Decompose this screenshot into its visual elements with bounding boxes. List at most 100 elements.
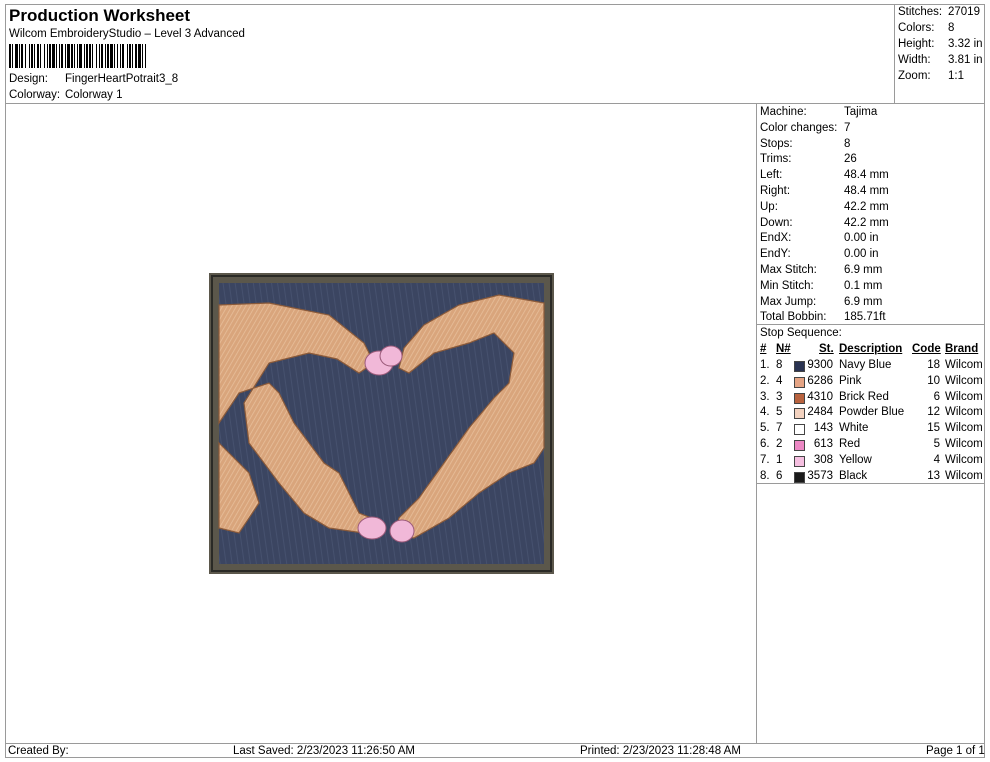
detail-label: Down: [760, 216, 793, 229]
seq-brand: Wilcom [945, 390, 983, 403]
seq-brand: Wilcom [945, 359, 983, 371]
seq-stitches: 6286 [807, 374, 833, 387]
seq-brand: Wilcom [945, 469, 983, 482]
printed-date: Printed: 2/23/2023 11:28:48 AM [580, 745, 741, 757]
seq-num: 5. [760, 422, 770, 435]
col-header-brand: Brand [945, 343, 979, 355]
summary-label: Width: [898, 54, 931, 66]
seq-brand: Wilcom [945, 438, 983, 450]
seq-description: Pink [839, 374, 862, 387]
seq-description: Powder Blue [839, 406, 905, 419]
seq-stitches: 613 [813, 438, 833, 450]
seq-description: Navy Blue [839, 359, 892, 371]
stop-sequence-row: 8. 6 3573 Black 13 Wilcom [760, 470, 985, 486]
detail-value: 42.2 mm [844, 200, 889, 213]
seq-brand: Wilcom [945, 422, 983, 435]
col-header-needle: N# [776, 343, 791, 355]
stop-sequence-row: 7. 1 308 Yellow 4 Wilcom [760, 454, 985, 470]
summary-label: Height: [898, 38, 935, 50]
detail-value: 48.4 mm [844, 185, 889, 197]
seq-code: 15 [927, 422, 940, 435]
stop-sequence-row: 3. 3 4310 Brick Red 6 Wilcom [760, 391, 985, 407]
detail-value: Tajima [844, 106, 878, 118]
seq-code: 12 [927, 406, 940, 419]
summary-value: 27019 [948, 6, 980, 18]
detail-label: Trims: [760, 153, 792, 166]
summary-divider [894, 4, 895, 104]
seq-needle: 3 [776, 390, 783, 403]
detail-label: Machine: [760, 106, 807, 118]
seq-num: 3. [760, 390, 770, 403]
detail-label: EndX: [760, 232, 792, 245]
seq-description: White [839, 422, 869, 435]
seq-stitches: 9300 [807, 359, 833, 371]
detail-label: Max Stitch: [760, 264, 817, 276]
seq-stitches: 4310 [807, 390, 833, 403]
colorway-value: Colorway 1 [65, 89, 123, 101]
summary-value: 3.32 in [948, 38, 983, 50]
detail-label: Min Stitch: [760, 279, 814, 292]
created-by: Created By: [8, 745, 69, 757]
seq-stitches: 308 [813, 453, 833, 466]
seq-description: Black [839, 469, 868, 482]
seq-code: 10 [927, 374, 940, 387]
detail-value: 48.4 mm [844, 169, 889, 182]
seq-code: 4 [933, 453, 940, 466]
detail-label: Total Bobbin: [760, 311, 827, 324]
seq-needle: 1 [776, 453, 783, 466]
detail-value: 26 [844, 153, 857, 166]
seq-description: Brick Red [839, 390, 889, 403]
stop-sequence-row: 5. 7 143 White 15 Wilcom [760, 422, 985, 438]
header-divider [5, 103, 985, 104]
stop-sequence-row: 1. 8 9300 Navy Blue 18 Wilcom [760, 359, 985, 375]
detail-label: Max Jump: [760, 295, 817, 308]
summary-label: Zoom: [898, 70, 931, 82]
seq-needle: 2 [776, 438, 783, 450]
detail-value: 185.71ft [844, 311, 886, 324]
seq-needle: 4 [776, 374, 783, 387]
detail-value: 0.00 in [844, 232, 879, 245]
detail-value: 0.00 in [844, 248, 879, 261]
detail-label: Left: [760, 169, 783, 182]
summary-label: Stitches: [898, 6, 943, 18]
seq-code: 13 [927, 469, 940, 482]
seq-stitches: 143 [813, 422, 833, 435]
seq-needle: 6 [776, 469, 783, 482]
seq-description: Red [839, 438, 861, 450]
col-header-stitches: St. [819, 343, 834, 355]
col-header-description: Description [839, 343, 903, 355]
summary-value: 1:1 [948, 70, 964, 82]
detail-value: 42.2 mm [844, 216, 889, 229]
detail-label: EndY: [760, 248, 791, 261]
page-title: Production Worksheet [9, 6, 191, 25]
seq-num: 1. [760, 359, 770, 371]
seq-code: 6 [933, 390, 940, 403]
design-label: Design: [9, 73, 48, 85]
seq-needle: 7 [776, 422, 783, 435]
colorway-label: Colorway: [9, 89, 61, 101]
seq-num: 8. [760, 469, 770, 482]
seq-num: 7. [760, 453, 770, 466]
col-header-num: # [760, 343, 767, 355]
stop-sequence-row: 6. 2 613 Red 5 Wilcom [760, 438, 985, 454]
details-divider [756, 103, 757, 743]
col-header-code: Code [912, 343, 941, 355]
seq-needle: 5 [776, 406, 783, 419]
seq-num: 2. [760, 374, 770, 387]
last-saved: Last Saved: 2/23/2023 11:26:50 AM [233, 745, 416, 757]
seq-num: 4. [760, 406, 770, 419]
stop-sequence-row: 2. 4 6286 Pink 10 Wilcom [760, 375, 985, 391]
seq-num: 6. [760, 438, 770, 450]
design-value: FingerHeartPotrait3_8 [65, 73, 179, 85]
detail-value: 6.9 mm [844, 295, 883, 308]
summary-value: 3.81 in [948, 54, 983, 66]
seq-brand: Wilcom [945, 374, 983, 387]
summary-label: Colors: [898, 22, 935, 34]
software-name: Wilcom EmbroideryStudio – Level 3 Advanc… [9, 28, 245, 40]
stop-sequence-row: 4. 5 2484 Powder Blue 12 Wilcom [760, 406, 985, 422]
detail-value: 7 [844, 121, 851, 134]
detail-label: Up: [760, 200, 778, 213]
seq-needle: 8 [776, 359, 783, 371]
seq-brand: Wilcom [945, 453, 983, 466]
detail-value: 0.1 mm [844, 279, 883, 292]
